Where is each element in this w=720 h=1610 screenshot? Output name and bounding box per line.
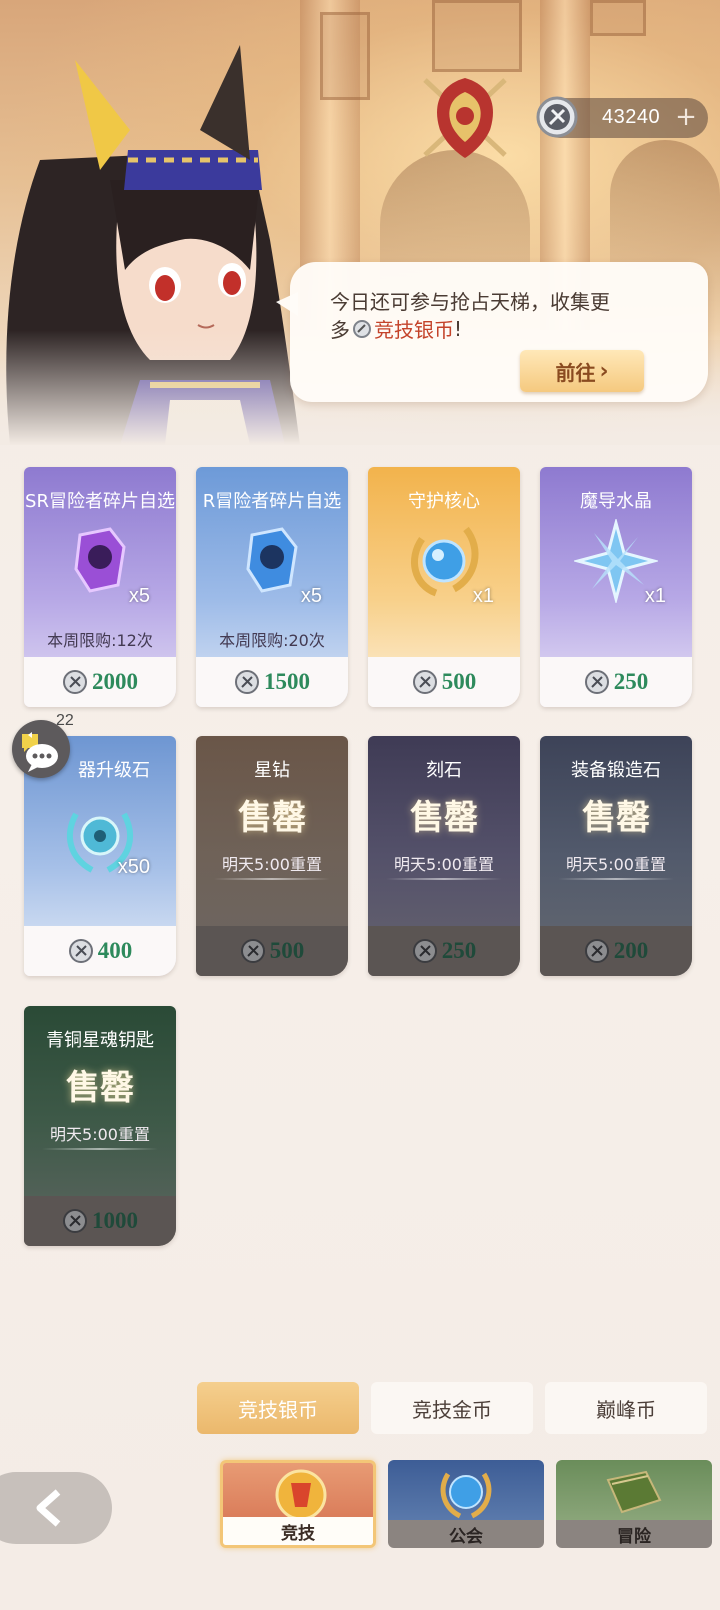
price-bar: 2000 xyxy=(24,657,176,707)
silver-arena-coin-icon xyxy=(235,670,259,694)
item-price: 1000 xyxy=(92,1208,138,1233)
silver-arena-coin-icon xyxy=(584,670,609,694)
price-bar: 1000 xyxy=(24,1196,176,1246)
item-price: 200 xyxy=(613,938,649,963)
item-quantity: x1 xyxy=(644,585,666,607)
back-arrow-icon xyxy=(36,1489,61,1527)
shop-tab-adventure[interactable]: 冒险 xyxy=(556,1460,712,1548)
item-title: 刻石 xyxy=(426,760,462,781)
reset-time: 明天5:00重置 xyxy=(394,855,494,874)
tab-label: 竞技金币 xyxy=(412,1397,492,1422)
bubble-highlight: 竞技银币 xyxy=(374,318,454,342)
purchase-limit: 本周限购:20次 xyxy=(219,631,325,650)
back-button[interactable] xyxy=(0,1472,112,1544)
sold-out-label: 售罄 xyxy=(582,798,650,838)
purchase-limit: 本周限购:12次 xyxy=(47,631,153,650)
shop-item-card-sold-out: 星钻 售罄 明天5:00重置 500 xyxy=(196,736,348,976)
bubble-text-line1: 今日还可参与抢占天梯，收集更 xyxy=(330,290,610,314)
shop-tab-label: 竞技 xyxy=(223,1517,373,1545)
price-bar: 200 xyxy=(540,926,692,976)
price-bar: 400 xyxy=(24,926,176,976)
reset-time: 明天5:00重置 xyxy=(566,855,666,874)
tab-arena-silver[interactable]: 竞技银币 xyxy=(197,1382,359,1434)
item-price: 500 xyxy=(441,669,477,694)
currency-display: 43240 + xyxy=(536,96,708,138)
reset-time: 明天5:00重置 xyxy=(222,855,322,874)
silver-arena-coin-icon xyxy=(63,670,87,694)
shop-tab-arena[interactable]: 竞技 xyxy=(220,1460,376,1548)
item-title: 星钻 xyxy=(254,760,290,781)
chat-bubble-icon xyxy=(22,732,58,772)
item-price: 1500 xyxy=(264,669,310,694)
item-quantity: x5 xyxy=(300,585,322,607)
shop-item-card[interactable]: 守护核心 x1 500 xyxy=(368,467,520,707)
npc-speech-bubble: 今日还可参与抢占天梯，收集更 多 竞技银币 ! 前往 › xyxy=(276,262,708,402)
item-title: 魔导水晶 xyxy=(580,491,652,512)
price-bar: 1500 xyxy=(196,657,348,707)
shop-item-card-sold-out: 装备锻造石 售罄 明天5:00重置 200 xyxy=(540,736,692,976)
item-quantity: x5 xyxy=(128,585,150,607)
price-bar: 500 xyxy=(196,926,348,976)
purple-shard-icon xyxy=(74,527,126,593)
item-price: 500 xyxy=(269,938,305,963)
silver-arena-coin-icon xyxy=(63,1209,87,1233)
bubble-text-suffix: ! xyxy=(454,316,463,341)
shop-item-card[interactable]: R冒险者碎片自选 x5 本周限购:20次 1500 xyxy=(196,467,348,707)
guild-orb-icon xyxy=(440,1472,492,1519)
item-quantity: x1 xyxy=(472,585,494,607)
reset-time: 明天5:00重置 xyxy=(50,1125,150,1144)
blue-shard-icon xyxy=(246,527,298,593)
silver-arena-coin-icon xyxy=(240,939,265,963)
goto-button[interactable]: 前往 › xyxy=(520,350,644,392)
shop-tab-guild[interactable]: 公会 xyxy=(388,1460,544,1548)
divider xyxy=(214,878,330,880)
sold-out-label: 售罄 xyxy=(238,798,306,838)
tab-peak-coin[interactable]: 巅峰币 xyxy=(545,1382,707,1434)
item-title: 青铜星魂钥匙 xyxy=(46,1030,154,1051)
price-bar: 250 xyxy=(368,926,520,976)
price-bar: 500 xyxy=(368,657,520,707)
tab-label: 巅峰币 xyxy=(596,1397,656,1422)
add-currency-button[interactable]: + xyxy=(672,104,700,132)
silver-arena-coin-icon xyxy=(353,319,371,338)
item-price: 400 xyxy=(97,938,133,963)
price-bar: 250 xyxy=(540,657,692,707)
shop-tab-label: 公会 xyxy=(388,1520,544,1548)
tab-label: 竞技银币 xyxy=(238,1397,318,1422)
wall-painting xyxy=(590,0,646,36)
arena-crest-icon xyxy=(423,78,507,158)
shop-item-card-sold-out: 刻石 售罄 明天5:00重置 250 xyxy=(368,736,520,976)
silver-arena-coin-icon xyxy=(68,939,93,963)
shop-item-card[interactable]: SR冒险者碎片自选 x5 本周限购:12次 2000 xyxy=(24,467,176,707)
chevron-right-icon: › xyxy=(599,358,609,384)
silver-arena-coin-icon xyxy=(412,670,437,694)
sold-out-label: 售罄 xyxy=(66,1068,134,1108)
shop-tab-label: 冒险 xyxy=(556,1520,712,1548)
silver-arena-coin-icon xyxy=(584,939,609,963)
item-title: SR冒险者碎片自选 xyxy=(25,491,175,512)
sold-out-label: 售罄 xyxy=(410,798,478,838)
currency-amount: 43240 xyxy=(602,106,661,128)
item-title: 装备锻造石 xyxy=(571,760,661,781)
adventure-book-icon xyxy=(606,1470,662,1514)
item-title: R冒险者碎片自选 xyxy=(202,491,342,512)
shop-item-card[interactable]: 魔导水晶 x1 250 xyxy=(540,467,692,707)
chat-unread-count: 22 xyxy=(56,712,74,729)
item-price: 250 xyxy=(441,938,477,963)
divider xyxy=(558,878,674,880)
divider xyxy=(42,1148,158,1150)
item-quantity: x50 xyxy=(117,856,150,878)
silver-arena-coin-icon xyxy=(536,96,578,138)
goto-button-label: 前往 xyxy=(555,360,596,385)
item-price: 250 xyxy=(613,669,649,694)
bubble-text-prefix: 多 xyxy=(330,318,350,342)
bubble-text-line2: 多 竞技银币 ! xyxy=(330,314,462,343)
item-title: 守护核心 xyxy=(408,491,480,512)
divider xyxy=(386,878,502,880)
silver-arena-coin-icon xyxy=(412,939,437,963)
shop-item-card-sold-out: 青铜星魂钥匙 售罄 明天5:00重置 1000 xyxy=(24,1006,176,1246)
arena-medal-icon xyxy=(275,1469,327,1521)
item-price: 2000 xyxy=(92,669,138,694)
tab-arena-gold[interactable]: 竞技金币 xyxy=(371,1382,533,1434)
